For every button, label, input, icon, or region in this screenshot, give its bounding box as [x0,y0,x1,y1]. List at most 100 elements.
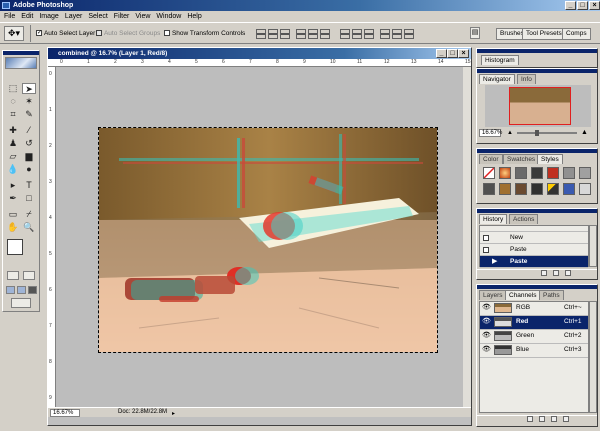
distribute-center-icon[interactable] [352,29,362,39]
style-swatch-11[interactable] [531,183,543,195]
eyedropper-tool-icon[interactable]: ⌿ [22,209,36,220]
delete-channel-icon[interactable] [562,416,569,423]
tab-paths[interactable]: Paths [539,290,564,300]
screen-mode-standard-icon[interactable] [6,286,15,294]
style-swatch-12[interactable] [547,183,559,195]
auto-select-groups-checkbox[interactable] [96,30,102,37]
zoom-level-field[interactable]: 16.67% [50,409,80,417]
history-source-checkbox[interactable] [483,247,489,253]
palette-well-tab-comps[interactable]: Comps [562,28,591,40]
history-state-slider-icon[interactable]: ▶ [492,256,497,268]
tab-history[interactable]: History [479,214,508,224]
document-title-bar[interactable]: combined @ 16.7% (Layer 1, Red/8) [48,48,471,59]
history-source-checkbox[interactable] [483,235,489,241]
align-bottom-icon[interactable] [280,29,290,39]
menu-filter[interactable]: Filter [111,11,133,22]
zoom-slider-thumb[interactable] [535,130,539,136]
zoom-slider[interactable] [517,132,577,134]
move-tool-icon[interactable]: ➤ [22,83,36,94]
shape-tool-icon[interactable]: □ [22,193,36,204]
style-swatch-8[interactable] [483,183,495,195]
navigator-preview[interactable] [485,85,591,127]
channel-row-blue[interactable]: 👁 Blue Ctrl+3 [480,344,588,358]
align-horizontal-center-icon[interactable] [308,29,318,39]
menu-edit[interactable]: Edit [18,11,36,22]
close-button[interactable]: × [589,1,600,10]
delete-state-icon[interactable] [564,270,571,277]
histogram-palette-header[interactable] [477,49,597,53]
distribute-hcenter-icon[interactable] [392,29,402,39]
tab-color[interactable]: Color [479,154,503,164]
channels-scrollbar[interactable] [589,301,597,413]
maximize-button[interactable]: □ [577,1,588,10]
style-swatch-6[interactable] [563,167,575,179]
load-channel-selection-icon[interactable] [527,416,533,423]
jump-to-imageready-icon[interactable] [11,298,31,308]
style-swatch-10[interactable] [515,183,527,195]
document-image[interactable] [98,127,438,353]
new-document-from-state-icon[interactable] [541,270,547,277]
dodge-tool-icon[interactable]: ● [22,164,36,175]
menu-help[interactable]: Help [184,11,204,22]
tab-swatches[interactable]: Swatches [503,154,540,164]
navigator-palette-header[interactable] [477,69,597,73]
doc-maximize-button[interactable]: □ [447,49,458,58]
history-scrollbar[interactable] [589,225,597,267]
photoshop-feather-logo-icon[interactable] [5,57,37,69]
clone-stamp-tool-icon[interactable]: ♟ [6,138,20,149]
style-swatch-4[interactable] [531,167,543,179]
screen-mode-full-menu-icon[interactable] [17,286,26,294]
styles-palette-header[interactable] [477,149,597,153]
style-swatch-2[interactable] [499,167,511,179]
tab-actions[interactable]: Actions [509,214,539,224]
status-menu-arrow-icon[interactable]: ▸ [172,410,175,417]
visibility-eye-icon[interactable]: 👁 [482,318,491,326]
style-swatch-5[interactable] [547,167,559,179]
standard-mode-icon[interactable] [7,271,19,280]
eraser-tool-icon[interactable]: ▱ [6,151,20,162]
path-selection-tool-icon[interactable]: ▸ [6,180,20,191]
navigator-zoom-field[interactable]: 16.67% [479,129,502,137]
lasso-tool-icon[interactable]: ◌ [6,96,20,107]
doc-close-button[interactable]: × [458,49,469,58]
align-vertical-center-icon[interactable] [268,29,278,39]
history-item-paste-selected[interactable]: ▶ Paste [480,256,588,268]
style-swatch-9[interactable] [499,183,511,195]
tab-info[interactable]: Info [517,74,536,84]
style-none-swatch[interactable] [483,167,495,179]
tab-navigator[interactable]: Navigator [479,74,515,84]
distribute-top-icon[interactable] [340,29,350,39]
distribute-right-icon[interactable] [404,29,414,39]
channel-row-red[interactable]: 👁 Red Ctrl+1 [480,316,588,330]
notes-tool-icon[interactable]: ▭ [6,209,20,220]
tab-histogram[interactable]: Histogram [481,55,519,65]
brush-tool-icon[interactable]: ⁄ [22,125,36,136]
menu-window[interactable]: Window [153,11,184,22]
quick-mask-mode-icon[interactable] [23,271,35,280]
style-swatch-13[interactable] [563,183,575,195]
vertical-scrollbar[interactable] [463,67,471,407]
align-top-icon[interactable] [256,29,266,39]
tab-channels[interactable]: Channels [505,290,541,300]
photoshop-app-icon[interactable] [2,2,10,9]
toolbox-header[interactable] [3,51,39,55]
file-browser-icon[interactable]: ▤ [470,27,480,39]
marquee-tool-icon[interactable]: ⬚ [6,83,20,94]
ruler-vertical[interactable]: 0 1 2 3 4 5 6 7 8 9 [48,67,56,407]
gradient-tool-icon[interactable]: ▆ [22,151,36,162]
history-brush-tool-icon[interactable]: ↺ [22,138,36,149]
magic-wand-tool-icon[interactable]: ✶ [22,96,36,107]
pen-tool-icon[interactable]: ✒ [6,193,20,204]
tab-layers[interactable]: Layers [479,290,507,300]
menu-file[interactable]: File [0,11,18,22]
doc-minimize-button[interactable]: _ [436,49,447,58]
canvas-area[interactable] [56,67,463,407]
distribute-left-icon[interactable] [380,29,390,39]
zoom-out-icon[interactable]: ▲ [507,130,513,136]
history-item-paste[interactable]: Paste [480,244,588,256]
tab-styles[interactable]: Styles [537,154,563,164]
visibility-eye-icon[interactable]: 👁 [482,304,491,312]
crop-tool-icon[interactable]: ⌗ [6,109,20,120]
visibility-eye-icon[interactable]: 👁 [482,346,491,354]
menu-select[interactable]: Select [85,11,110,22]
